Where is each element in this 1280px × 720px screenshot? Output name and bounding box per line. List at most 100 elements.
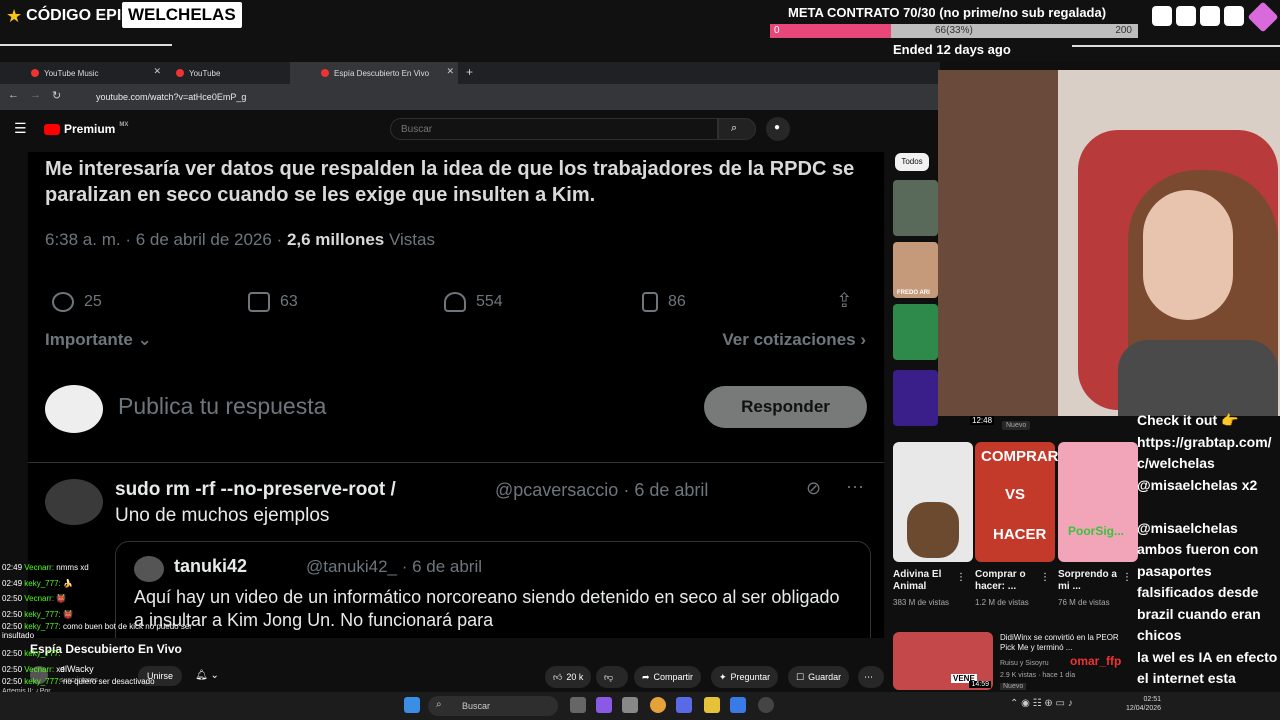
youtube-logo-icon	[44, 123, 60, 135]
youtube-favicon-icon	[321, 69, 329, 77]
chat-message: 02:50 keky_777:	[2, 646, 192, 662]
goal-title: META CONTRATO 70/30 (no prime/no sub reg…	[788, 5, 1107, 20]
comment-icon	[52, 292, 74, 312]
save-button[interactable]: ☐ Guardar	[788, 666, 850, 688]
streamer-shirt	[1118, 340, 1278, 416]
menu-icon[interactable]: ☰	[14, 120, 27, 137]
goal-progress-fill	[770, 24, 892, 38]
tray-icons[interactable]: ⌃ ◉ ☷ ⊕ ▭ ♪	[1010, 698, 1073, 709]
code-epic-label: ★ CÓDIGO EPIC	[6, 4, 133, 28]
youtube-favicon-icon	[31, 69, 39, 77]
video-thumbnail[interactable]	[893, 304, 938, 360]
video-title[interactable]: Adivina El Animal	[893, 569, 959, 593]
new-tab-icon[interactable]: +	[466, 65, 473, 79]
chrome-icon[interactable]	[650, 697, 666, 713]
video-thumbnail[interactable]: FREDO ARI	[893, 242, 938, 298]
webcam-background	[938, 70, 1058, 416]
chat-line: la wel es IA en efecto	[1137, 648, 1278, 665]
chat-username: omar_ffp	[1070, 654, 1122, 668]
settings-icon[interactable]	[622, 697, 638, 713]
bookmark-action: 86	[642, 292, 686, 312]
ask-button[interactable]: ✦ Preguntar	[711, 666, 779, 688]
obs-icon[interactable]	[758, 697, 774, 713]
tab-youtube[interactable]: YouTube✕	[145, 62, 310, 84]
chat-message: 02:49 Vecnarr: nmms xd	[2, 560, 192, 576]
youtube-premium-logo[interactable]: Premium MX	[44, 122, 128, 136]
reply-button: Responder	[704, 386, 867, 428]
divider	[28, 462, 884, 463]
more-icon[interactable]: ⋮	[1040, 572, 1050, 583]
mic-button[interactable]: ●	[766, 117, 790, 141]
folder-icon[interactable]	[704, 697, 720, 713]
duration-badge: 12:48	[970, 416, 995, 425]
reload-icon[interactable]: ↻	[52, 89, 61, 102]
chat-user: keky_777:	[24, 578, 61, 588]
share-button[interactable]: ➦ Compartir	[634, 666, 702, 688]
deco-line	[0, 44, 172, 46]
reply-placeholder: Publica tu respuesta	[118, 393, 327, 419]
chat-line: ambos fueron con	[1137, 541, 1259, 557]
search-button[interactable]: ⌕	[718, 118, 756, 140]
bear-image	[907, 502, 959, 558]
video-thumbnail[interactable]: VENE 14:59	[893, 632, 993, 690]
search-input[interactable]	[390, 118, 718, 140]
thumbs-down-icon: 👎︎	[604, 671, 614, 682]
taskbar-search[interactable]: ⌕ Buscar	[428, 696, 558, 716]
chat-user: Vecnarr:	[24, 563, 55, 572]
notification-button[interactable]: 🔔︎ ⌄	[188, 666, 226, 686]
windows-start-icon[interactable]	[404, 697, 420, 713]
retweet-action: 63	[248, 292, 298, 312]
taskbar-clock[interactable]: 02:51 12/04/2026	[1126, 695, 1161, 713]
address-bar: ← → ↻ youtube.com/watch?v=atHce0EmP_g	[0, 84, 940, 110]
video-views: 76 M de vistas	[1058, 598, 1110, 607]
goal-ended: Ended 12 days ago	[893, 42, 1011, 57]
copilot-icon[interactable]	[596, 697, 612, 713]
chat-message: 02:49 keky_777: 🍌	[2, 576, 192, 592]
bookmark-count: 86	[668, 293, 686, 310]
video-thumbnail[interactable]: COMPRAR VS HACER	[975, 442, 1059, 562]
video-title[interactable]: Sorprendo a mi ...	[1058, 569, 1124, 593]
dislike-button[interactable]: 👎︎	[596, 666, 628, 688]
like-button[interactable]: 👍︎ 20 k	[545, 666, 592, 688]
video-title[interactable]: DidiWinx se convirtió en la PEOR Pick Me…	[1000, 633, 1130, 653]
video-thumbnail[interactable]	[893, 370, 938, 426]
chat-time: 02:50	[2, 594, 23, 603]
chat-line: https://grabtap.com/	[1137, 433, 1272, 450]
like-action: 554	[444, 292, 503, 312]
more-button[interactable]: ⋯	[858, 666, 884, 688]
mic-icon: ●	[774, 122, 781, 133]
more-icon[interactable]: ⋮	[1122, 572, 1132, 583]
chat-time: 02:50	[2, 664, 23, 674]
star-icon: ★	[6, 5, 23, 26]
close-icon[interactable]: ✕	[446, 66, 454, 77]
chat-text: 👹	[56, 594, 67, 603]
video-title[interactable]: Comprar o hacer: ...	[975, 569, 1041, 593]
video-views: 1.2 M de vistas	[975, 598, 1029, 607]
tab-active-video[interactable]: Espía Descubierto En Vivo ✕	[290, 62, 458, 84]
chat-line: @misaelchelas	[1137, 519, 1238, 536]
forward-icon[interactable]: →	[30, 89, 41, 101]
tab-youtube-music[interactable]: YouTube Music ✕	[0, 62, 165, 84]
more-icon[interactable]: ⋮	[956, 572, 966, 583]
windows-taskbar: ⌕ Buscar ⌃ ◉ ☷ ⊕ ▭ ♪ 02:51 12/04/2026	[0, 692, 1280, 720]
video-thumbnail[interactable]	[893, 442, 973, 562]
region-label: MX	[119, 122, 129, 128]
chat-user: keky_777:	[24, 609, 61, 619]
mail-icon[interactable]	[730, 697, 746, 713]
task-view-icon[interactable]	[570, 697, 586, 713]
url-field[interactable]: youtube.com/watch?v=atHce0EmP_g	[96, 92, 246, 102]
discord-icon[interactable]	[676, 697, 692, 713]
chip-todos[interactable]: Todos	[895, 153, 929, 171]
more-icon: ⋯	[864, 671, 873, 682]
chat-message: 02:50 keky_777: como buen bot de kick no…	[2, 622, 192, 640]
ask-label: Preguntar	[730, 672, 771, 682]
goal-start: 0	[774, 25, 780, 36]
clock-time: 02:51	[1143, 696, 1162, 703]
video-thumbnail[interactable]: PoorSig...	[1058, 442, 1138, 562]
chat-line	[1137, 496, 1280, 518]
chat-line: @misaelchelas x2	[1137, 476, 1258, 493]
back-icon[interactable]: ←	[8, 89, 19, 101]
video-thumbnail[interactable]	[893, 180, 938, 236]
more-icon: ···	[846, 476, 864, 496]
tweet-text: Uno de muchos ejemplos	[115, 505, 330, 526]
